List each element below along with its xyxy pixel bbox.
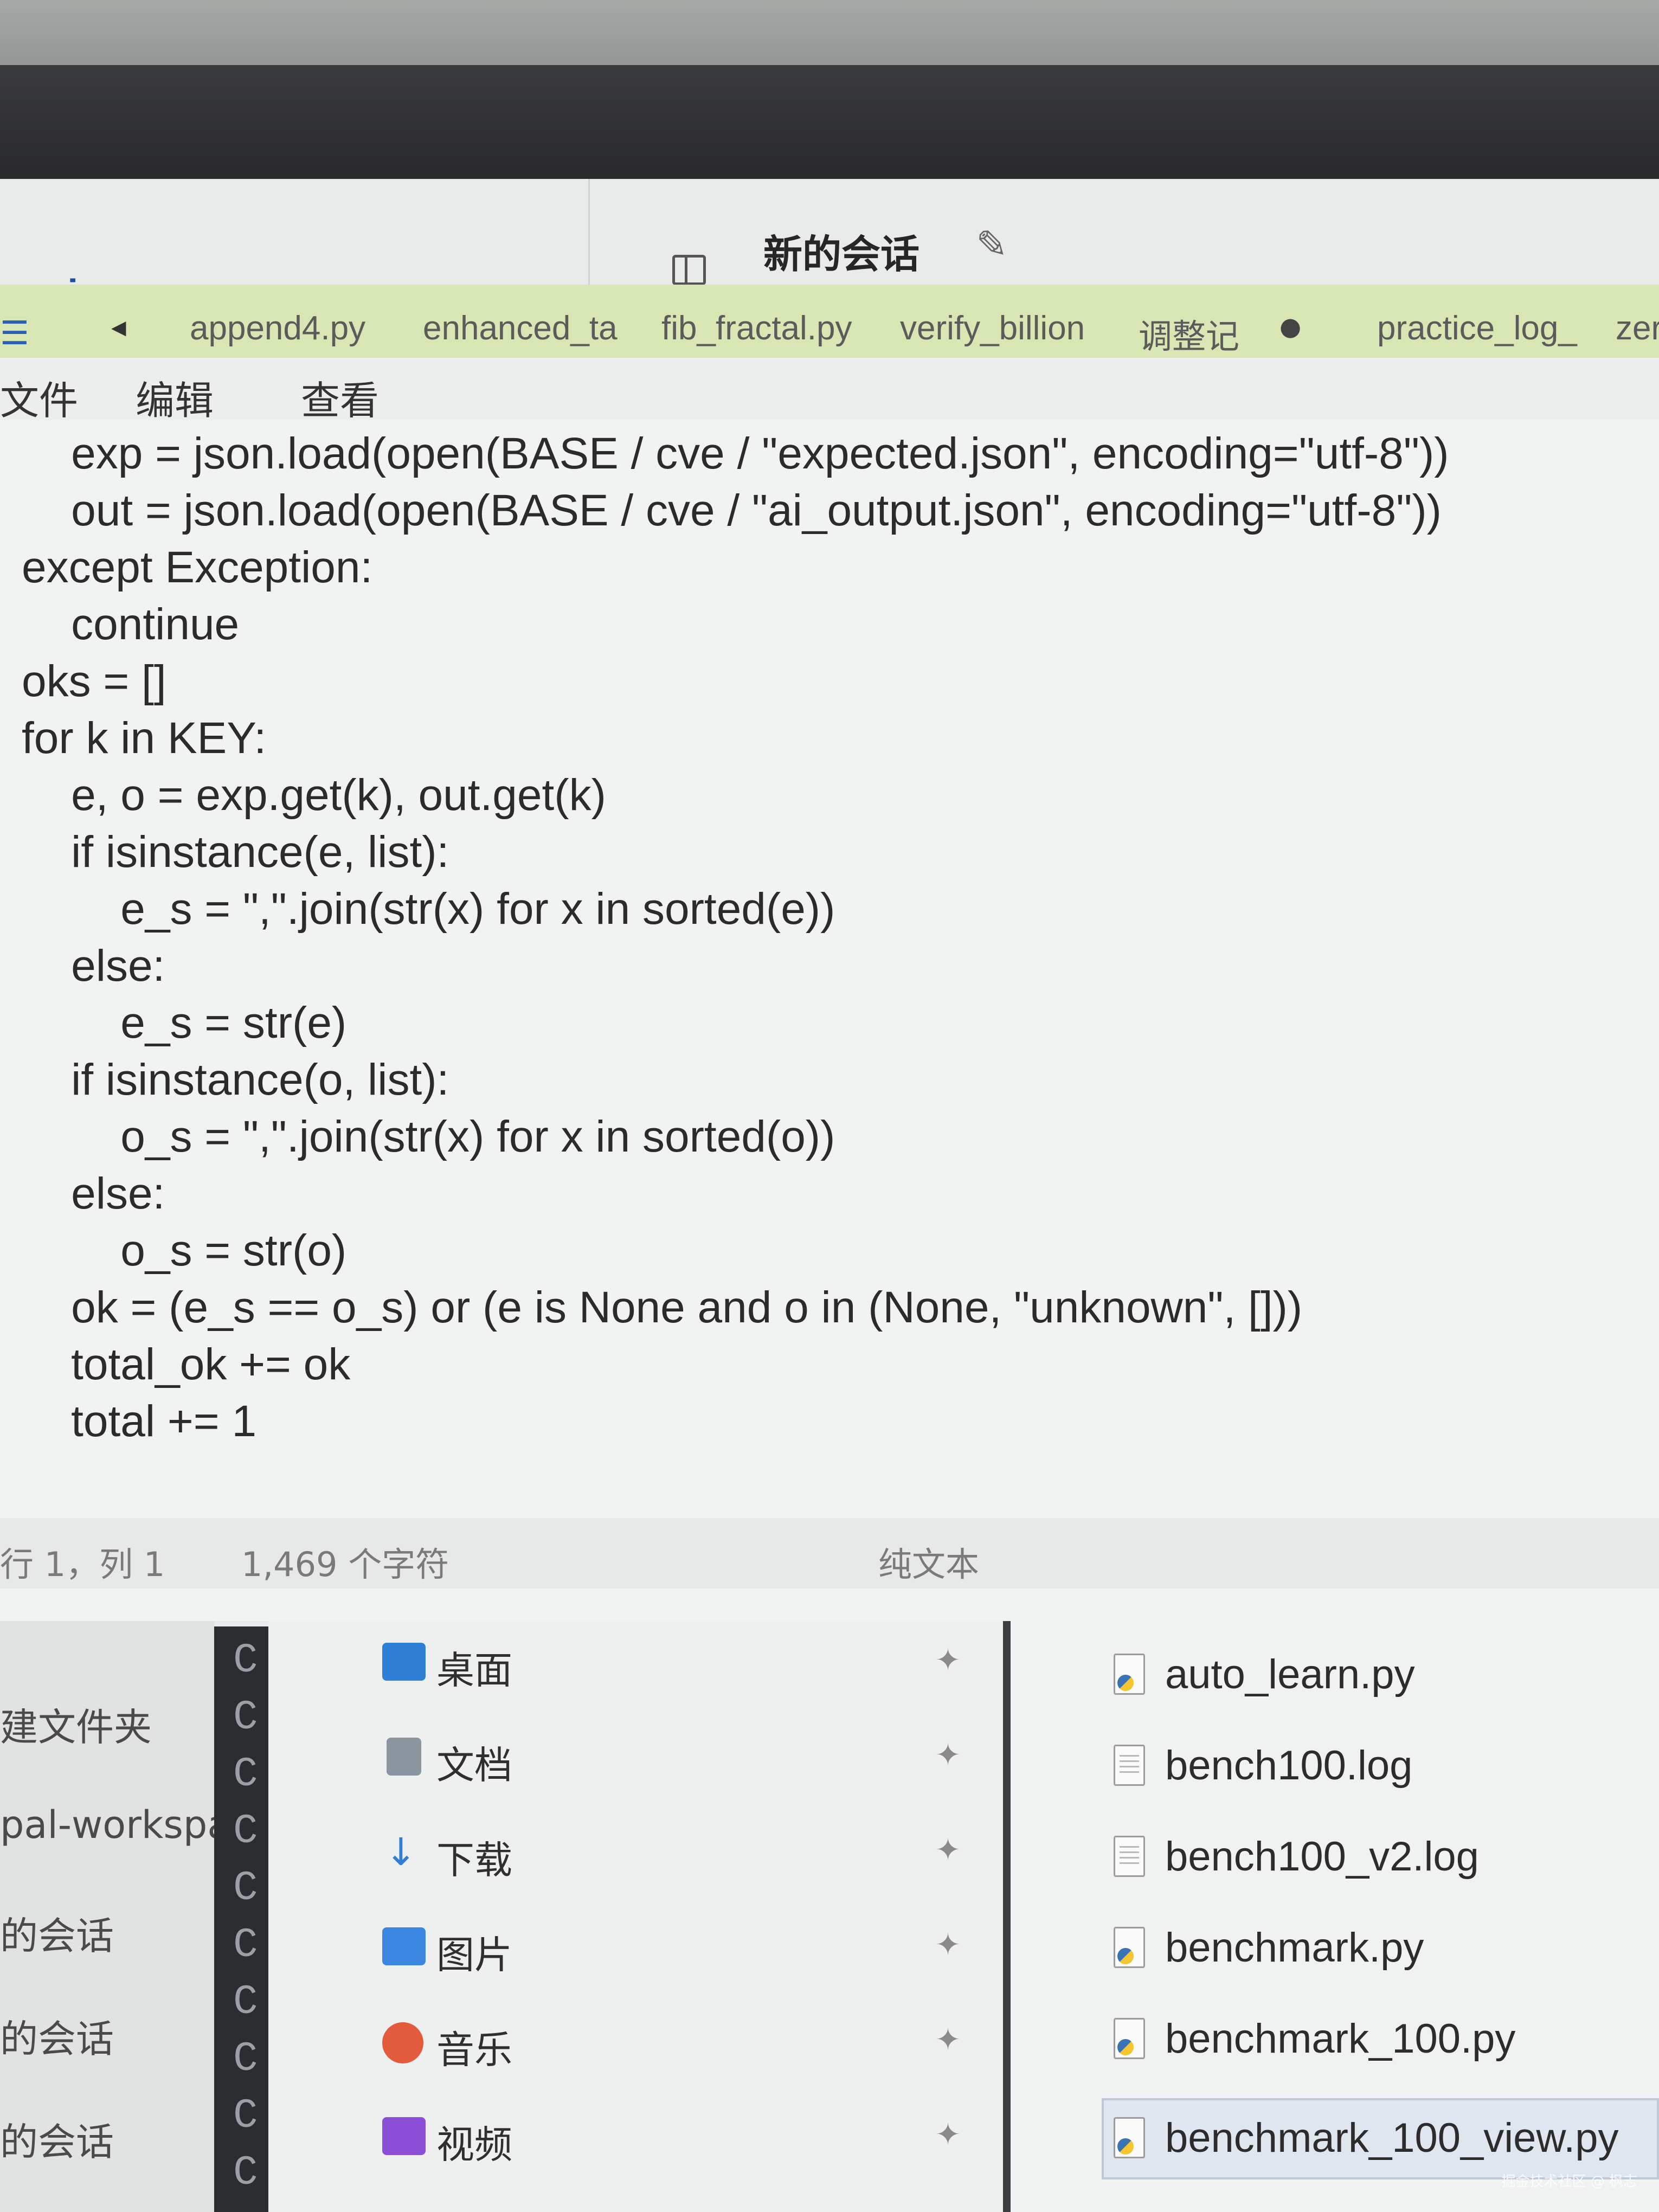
file-item[interactable]: auto_learn.py [1165, 1651, 1415, 1698]
code-line: e, o = exp.get(k), out.get(k) [22, 770, 606, 820]
file-item[interactable]: bench100.log [1165, 1742, 1412, 1789]
pin-icon[interactable]: ✦ [935, 1643, 961, 1678]
tab-append4[interactable]: append4.py [190, 309, 365, 348]
documents-icon [387, 1738, 421, 1776]
code-line: exp = json.load(open(BASE / cve / "expec… [22, 429, 1449, 478]
tab-zer[interactable]: zer [1616, 309, 1659, 348]
code-line: else: [22, 1169, 165, 1218]
pictures-icon [382, 1927, 426, 1965]
c-letter: C [233, 1808, 258, 1855]
c-letter: C [233, 1751, 258, 1798]
new-folder-item[interactable]: 建文件夹 [0, 1697, 152, 1752]
status-bar: 行 1，列 1 1,469 个字符 纯文本 [0, 1518, 1659, 1589]
quick-access-pictures[interactable]: 图片 [436, 1925, 512, 1979]
tab-adjust-notes[interactable]: 调整记 [1139, 309, 1239, 358]
file-explorer-window: 建文件夹 pal-workspa 的会话 的会话 的会话 C C C C C C… [0, 1621, 1659, 2212]
pin-icon[interactable]: ✦ [935, 1738, 961, 1773]
tab-scroll-left-icon[interactable]: ◂ [111, 309, 126, 344]
python-file-icon [1114, 2018, 1145, 2059]
watermark: 掘金技术社区 @ 枫志 [1501, 2174, 1637, 2190]
menu-file[interactable]: 文件 [0, 369, 78, 426]
code-line: if isinstance(e, list): [22, 827, 449, 877]
quick-access-documents[interactable]: 文档 [436, 1735, 512, 1790]
file-item-selected[interactable]: benchmark_100_view.py [1165, 2114, 1619, 2162]
pencil-icon[interactable]: ✎ [976, 222, 1008, 267]
menu-edit[interactable]: 编辑 [136, 369, 214, 426]
left-panel: 建文件夹 pal-workspa 的会话 的会话 的会话 [0, 1621, 230, 2212]
code-line: except Exception: [22, 543, 373, 592]
pin-icon[interactable]: ✦ [935, 2022, 961, 2057]
code-line: o_s = str(o) [22, 1226, 347, 1275]
file-type-mode[interactable]: 纯文本 [878, 1537, 979, 1586]
code-line: else: [22, 941, 165, 991]
code-editor-area[interactable]: exp = json.load(open(BASE / cve / "expec… [0, 420, 1659, 1491]
music-icon [382, 2022, 423, 2063]
python-file-icon [1114, 1654, 1145, 1695]
session-item[interactable]: 的会话 [0, 2112, 114, 2166]
tab-enhanced-ta[interactable]: enhanced_ta [423, 309, 618, 348]
menu-bar: 文件 编辑 查看 [0, 358, 1659, 423]
python-file-icon [1114, 1927, 1145, 1968]
hamburger-menu-icon[interactable]: ☰ [0, 314, 29, 352]
file-list-pane: auto_learn.py bench100.log bench100_v2.l… [1011, 1621, 1659, 2212]
session-title[interactable]: 新的会话 [763, 222, 919, 279]
quick-access-downloads[interactable]: 下载 [436, 1830, 512, 1885]
title-bar: sonix 新的会话 ✎ [0, 179, 1659, 314]
file-item[interactable]: benchmark.py [1165, 1924, 1424, 1971]
quick-access-desktop[interactable]: 桌面 [436, 1640, 512, 1695]
c-letter: C [233, 1922, 258, 1969]
code-line: o_s = ",".join(str(x) for x in sorted(o)… [22, 1112, 835, 1161]
cursor-position: 行 1，列 1 [0, 1545, 165, 1584]
quick-access-pane: 桌面 ✦ 文档 ✦ ↓ 下载 ✦ 图片 ✦ 音乐 ✦ 视频 ✦ [268, 1621, 1003, 2212]
character-count: 1,469 个字符 [241, 1545, 449, 1584]
unsaved-dot-icon: ● [1279, 312, 1302, 341]
title-divider [588, 179, 590, 293]
terminal-strip: C C C C C C C C C C [214, 1626, 268, 2212]
c-letter: C [233, 2036, 258, 2082]
session-item[interactable]: 的会话 [0, 1906, 114, 1960]
code-line: e_s = ",".join(str(x) for x in sorted(e)… [22, 884, 835, 934]
log-file-icon [1114, 1745, 1145, 1786]
code-line: total += 1 [22, 1397, 257, 1446]
session-item[interactable]: 的会话 [0, 2009, 114, 2063]
c-letter: C [233, 1979, 258, 2025]
code-line: for k in KEY: [22, 713, 267, 763]
download-icon: ↓ [385, 1830, 417, 1874]
pane-divider[interactable] [1003, 1621, 1011, 2212]
pin-icon[interactable]: ✦ [935, 2117, 961, 2152]
tab-fib-fractal[interactable]: fib_fractal.py [661, 309, 852, 348]
code-line: ok = (e_s == o_s) or (e is None and o in… [22, 1283, 1303, 1332]
code-line: if isinstance(o, list): [22, 1055, 449, 1104]
c-letter: C [233, 1637, 258, 1684]
python-file-icon [1114, 2117, 1145, 2158]
c-letter: C [233, 2093, 258, 2139]
c-letter: C [233, 2150, 258, 2196]
quick-access-videos[interactable]: 视频 [436, 2114, 512, 2169]
tab-practice-log[interactable]: practice_log_ [1377, 309, 1577, 348]
workspace-item[interactable]: pal-workspa [0, 1803, 230, 1847]
pin-icon[interactable]: ✦ [935, 1927, 961, 1963]
code-line: e_s = str(e) [22, 998, 347, 1047]
code-line: total_ok += ok [22, 1340, 351, 1389]
text-editor-window: sonix 新的会话 ✎ ☰ ◂ append4.py enhanced_ta … [0, 179, 1659, 1621]
sidebar-toggle-icon[interactable] [672, 255, 706, 285]
menu-view[interactable]: 查看 [301, 369, 379, 426]
code-line: oks = [] [22, 657, 166, 706]
file-item[interactable]: benchmark_100.py [1165, 2015, 1515, 2062]
c-letter: C [233, 1865, 258, 1912]
pin-icon[interactable]: ✦ [935, 1832, 961, 1868]
c-letter: C [233, 1694, 258, 1741]
tab-bar: ☰ ◂ append4.py enhanced_ta fib_fractal.p… [0, 285, 1659, 358]
desktop-icon [382, 1643, 426, 1681]
file-item[interactable]: bench100_v2.log [1165, 1833, 1479, 1880]
tab-verify-billion[interactable]: verify_billion [900, 309, 1085, 348]
log-file-icon [1114, 1836, 1145, 1877]
quick-access-music[interactable]: 音乐 [436, 2020, 512, 2074]
code-line: continue [22, 600, 240, 649]
code-line: out = json.load(open(BASE / cve / "ai_ou… [22, 486, 1442, 535]
videos-icon [382, 2117, 426, 2155]
